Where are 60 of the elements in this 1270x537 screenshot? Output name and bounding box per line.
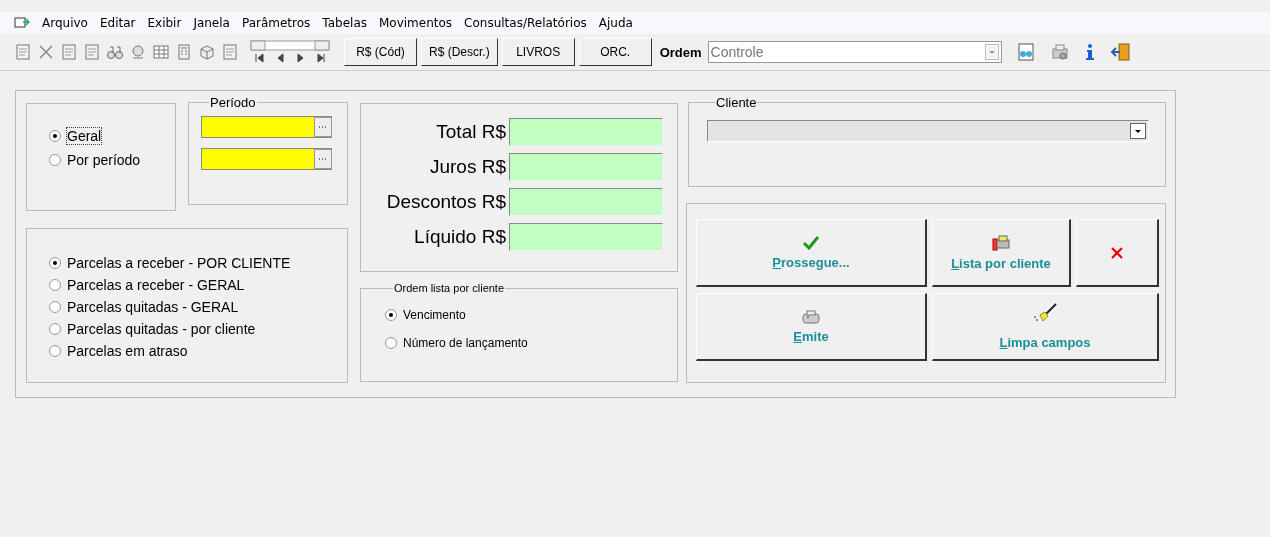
menu-item[interactable]: Ajuda [592,16,639,30]
delete-icon[interactable] [37,43,55,61]
record-navigator-icon[interactable] [250,40,330,64]
date-field[interactable] [201,116,332,138]
radio-option[interactable]: Parcelas a receber - POR CLIENTE [49,255,347,271]
ellipsis-button[interactable] [314,149,332,169]
group-title: Ordem lista por cliente [393,282,506,294]
amount-field[interactable] [509,118,663,146]
amount-field[interactable] [509,188,663,216]
printer-icon [991,234,1011,252]
radio-option[interactable]: Parcelas a receber - GERAL [49,277,347,293]
group-title: Período [209,95,257,110]
radio-option[interactable]: Vencimento [385,308,677,322]
toolbar-button[interactable]: LIVROS [501,38,575,66]
total-label: Juros R$ [429,156,506,178]
menu-item[interactable]: Tabelas [316,16,373,30]
group-title: Cliente [715,95,758,110]
close-button[interactable] [1076,219,1159,287]
exit-door-icon[interactable] [1109,42,1132,62]
amount-field[interactable] [509,223,663,251]
total-label: Total R$ [436,121,506,143]
glasses-icon[interactable] [1015,43,1036,61]
printer-icon [801,309,821,325]
app-icon[interactable] [14,16,30,30]
checkmark-icon [802,235,820,251]
total-label: Líquido R$ [414,226,506,248]
menu-item[interactable]: Janela [187,16,236,30]
ellipsis-button[interactable] [314,117,332,137]
form-icon[interactable] [221,43,239,61]
document-icon[interactable] [60,43,78,61]
menu-item[interactable]: Parâmetros [235,16,317,30]
radio-option[interactable]: Número de lançamento [385,336,677,350]
binoculars-icon[interactable] [106,43,124,61]
amount-field[interactable] [509,153,663,181]
radio-option[interactable]: Geral [49,128,175,144]
close-icon [1110,245,1124,260]
toolbar-button[interactable]: R$ (Cód) [344,38,417,66]
menu-item[interactable]: Consultas/Relatórios [458,16,593,30]
info-icon[interactable] [1083,43,1096,61]
client-dropdown[interactable] [707,120,1149,142]
printer-icon[interactable] [1049,43,1070,61]
calculator-icon[interactable] [175,43,193,61]
menu-item[interactable]: Arquivo [36,16,94,30]
box-icon[interactable] [198,43,216,61]
toolbar-button[interactable]: ORC. [578,38,652,66]
radio-option[interactable]: Por período [49,152,175,168]
radio-option[interactable]: Parcelas quitadas - GERAL [49,299,347,315]
order-dropdown[interactable]: Controle [707,41,1002,63]
menu-item[interactable]: Movimentos [373,16,459,30]
menu-item[interactable]: Exibir [141,16,188,30]
date-field[interactable] [201,148,332,170]
order-label: Ordem [659,44,702,60]
table-icon[interactable] [152,43,170,61]
radio-option[interactable]: Parcelas em atraso [49,343,347,359]
total-label: Descontos R$ [386,191,506,213]
document-icon[interactable] [83,43,101,61]
toolbar-button[interactable]: R$ (Descr.) [421,38,498,66]
radio-option[interactable]: Parcelas quitadas - por cliente [49,321,347,337]
menu-item[interactable]: Editar [93,16,142,30]
broom-icon [1032,303,1058,323]
